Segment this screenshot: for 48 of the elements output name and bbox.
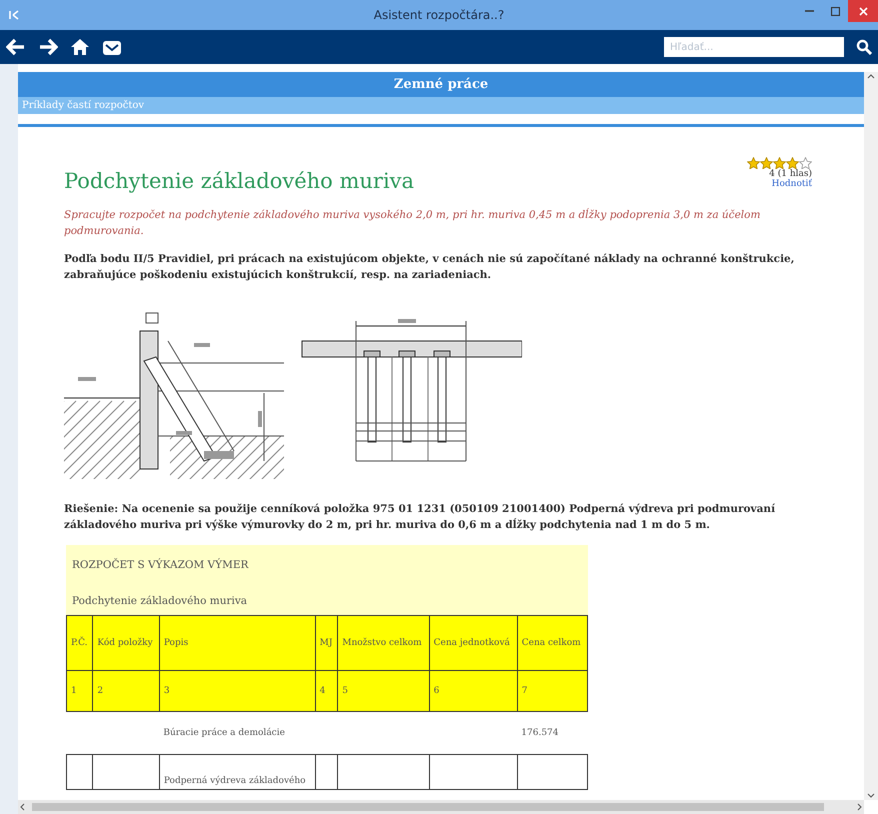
rating-count: 4 (1 hlas) (769, 169, 812, 179)
forward-icon[interactable] (38, 38, 58, 56)
vertical-scrollbar[interactable] (864, 72, 878, 800)
table-cell: Podperná výdreva základového (159, 754, 316, 790)
search-field[interactable]: Hľadať... (664, 37, 844, 57)
column-header: Množstvo celkom (338, 616, 430, 670)
scroll-left-icon[interactable] (18, 803, 26, 811)
window-title: Asistent rozpočtára..? (374, 8, 504, 22)
note-text: Podľa bodu II/5 Pravidiel, pri prácach na existujúcom objekte, v cenách nie sú započítané náklady na ochranné konštrukcie, zabraňujúce poškodeniu existujúcich konštrukcií, resp. na zariadeniach. (64, 252, 796, 283)
column-header: Popis (159, 616, 316, 670)
column-header: MJ (315, 616, 338, 670)
table-cell (517, 754, 588, 790)
column-header: P.Č. (66, 616, 93, 670)
group-total: 176.574 (517, 712, 588, 754)
minimize-icon (804, 10, 814, 12)
task-text: Spracujte rozpočet na podchytenie základového muriva vysokého 2,0 m, pri hr. muriva 0,45 m a dĺžky podoprenia 3,0 m za účelom podmurovania. (64, 207, 762, 239)
column-number: 3 (159, 670, 316, 712)
column-header: Cena celkom (517, 616, 588, 670)
rate-link[interactable]: Hodnotiť (772, 179, 812, 189)
home-icon[interactable] (70, 38, 90, 56)
group-name: Búracie práce a demolácie (159, 712, 316, 754)
scroll-up-icon[interactable] (867, 72, 875, 80)
table-cell (66, 754, 93, 790)
table-cell (92, 754, 160, 790)
column-number: 7 (517, 670, 588, 712)
column-number: 4 (315, 670, 338, 712)
table-cell (315, 754, 338, 790)
back-icon[interactable] (6, 38, 26, 56)
scroll-right-icon[interactable] (856, 803, 864, 811)
section-header: Zemné práce (18, 72, 864, 97)
column-header: Cena jednotková (429, 616, 518, 670)
envelope-icon[interactable] (102, 38, 122, 56)
close-icon (858, 6, 868, 16)
column-number: 6 (429, 670, 518, 712)
budget-heading: ROZPOČET S VÝKAZOM VÝMER (72, 559, 250, 573)
close-button[interactable] (848, 0, 878, 22)
article-title: Podchytenie základového muriva (64, 169, 416, 193)
scroll-down-icon[interactable] (867, 792, 875, 800)
search-icon[interactable] (856, 39, 872, 55)
column-number: 5 (338, 670, 430, 712)
budget-subheading: Podchytenie základového muriva (72, 595, 248, 607)
column-header: Kód položky (92, 616, 160, 670)
column-number: 1 (66, 670, 93, 712)
maximize-icon (830, 6, 840, 16)
solution-text: Riešenie: Na ocenenie sa použije cenníková položka 975 01 1231 (050109 21001400) Podperná výdreva pri podmurovaní základového muriva pri výške výmurovky do 2 m, pri hr. muriva do 0,6 m a dĺžky podchytenia nad 1 m do 5 m. (64, 502, 776, 533)
breadcrumb-bar: Príklady častí rozpočtov (18, 97, 864, 114)
horizontal-scrollbar[interactable] (18, 800, 864, 814)
column-number: 2 (92, 670, 160, 712)
